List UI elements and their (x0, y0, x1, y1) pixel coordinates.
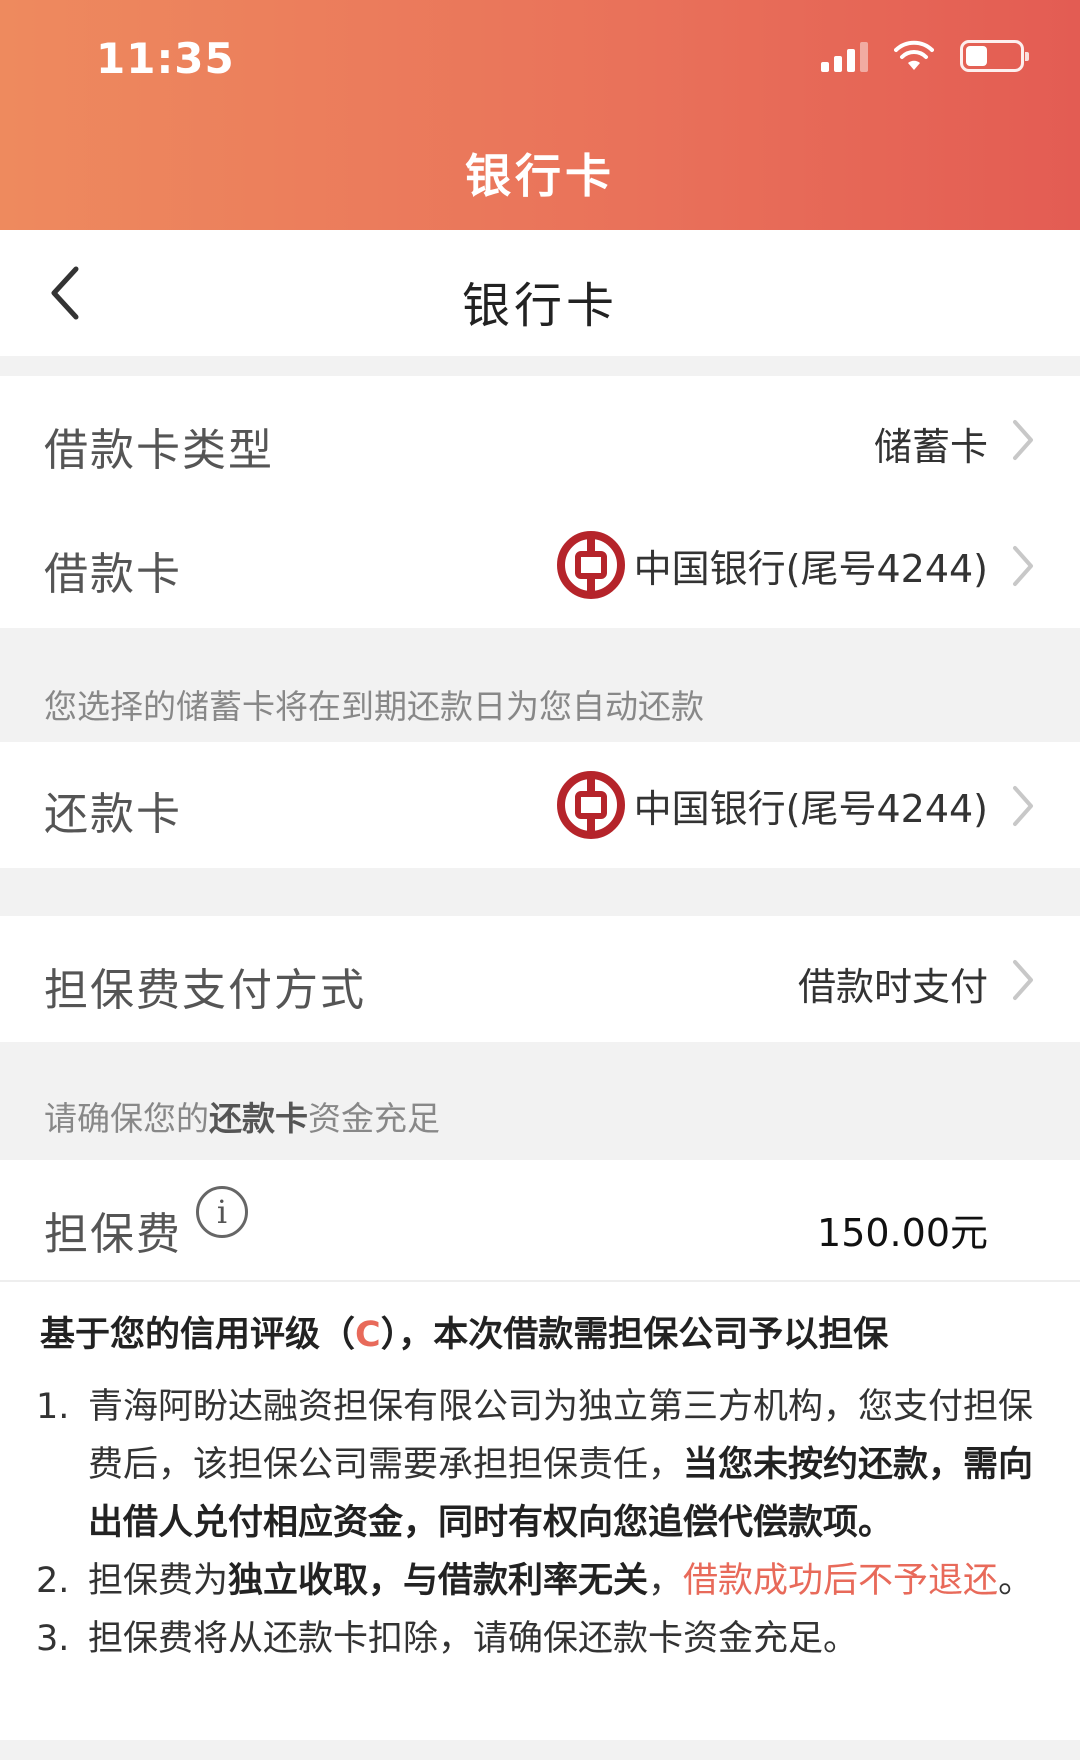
fee-method-row[interactable]: 担保费支付方式 借款时支付 (0, 916, 1080, 1042)
guarantee-description: 基于您的信用评级（C），本次借款需担保公司予以担保 1. 青海阿盼达融资担保有限… (0, 1282, 1080, 1740)
chevron-right-icon (1013, 420, 1033, 460)
header-title: 银行卡 (465, 149, 615, 203)
ensure-funds-note: 请确保您的还款卡资金充足 (0, 1042, 1080, 1160)
battery-icon (960, 40, 1029, 72)
description-title: 基于您的信用评级（C），本次借款需担保公司予以担保 (40, 1315, 889, 1355)
card-type-row[interactable]: 借款卡类型 储蓄卡 (0, 376, 1080, 502)
status-time: 11:35 (96, 34, 235, 83)
auto-repay-text: 您选择的储蓄卡将在到期还款日为您自动还款 (44, 687, 704, 726)
repay-card-value: 中国银行(尾号4244) (556, 770, 988, 840)
loan-card-bank-text: 中国银行(尾号4244) (633, 546, 988, 591)
list-item: 3. 担保费将从还款卡扣除，请确保还款卡资金充足。 (36, 1619, 859, 1659)
chevron-right-icon (1013, 960, 1033, 1000)
credit-grade: C (355, 1315, 381, 1355)
card-type-value: 储蓄卡 (873, 425, 988, 469)
loan-card-label: 借款卡 (44, 549, 182, 600)
ensure-funds-text: 请确保您的还款卡资金充足 (44, 1099, 440, 1138)
chevron-right-icon (1013, 786, 1033, 826)
signal-icon (821, 40, 868, 72)
bank-of-china-logo (556, 771, 625, 839)
repay-card-bank-text: 中国银行(尾号4244) (633, 786, 988, 831)
card-type-label: 借款卡类型 (44, 425, 274, 476)
auto-repay-note: 您选择的储蓄卡将在到期还款日为您自动还款 (0, 628, 1080, 742)
chevron-right-icon (1013, 546, 1033, 586)
info-icon[interactable]: i (196, 1186, 248, 1238)
guarantee-fee-label: 担保费 (44, 1209, 182, 1260)
fee-method-label: 担保费支付方式 (44, 965, 366, 1016)
guarantee-fee-value: 150.00元 (817, 1211, 988, 1255)
list-item: 2. 担保费为独立收取，与借款利率无关，借款成功后不予退还。 (36, 1561, 1034, 1601)
wifi-icon (894, 40, 934, 70)
status-icons (821, 40, 1029, 72)
nav-bar: 银行卡 (0, 230, 1080, 356)
repay-card-row[interactable]: 还款卡 中国银行(尾号4244) (0, 742, 1080, 868)
repay-card-label: 还款卡 (44, 789, 182, 840)
page-title: 银行卡 (461, 278, 618, 334)
loan-card-row[interactable]: 借款卡 中国银行(尾号4244) (0, 502, 1080, 628)
description-list: 1. 青海阿盼达融资担保有限公司为独立第三方机构，您支付担保费后，该担保公司需要… (36, 1378, 1046, 1668)
list-item: 1. 青海阿盼达融资担保有限公司为独立第三方机构，您支付担保费后，该担保公司需要… (36, 1387, 1034, 1543)
guarantee-fee-row: 担保费 i 150.00元 (0, 1160, 1080, 1282)
bank-of-china-logo (556, 531, 625, 599)
loan-card-value: 中国银行(尾号4244) (556, 530, 988, 600)
app-header: 11:35 银行卡 (0, 0, 1080, 230)
fee-method-value: 借款时支付 (797, 965, 988, 1009)
